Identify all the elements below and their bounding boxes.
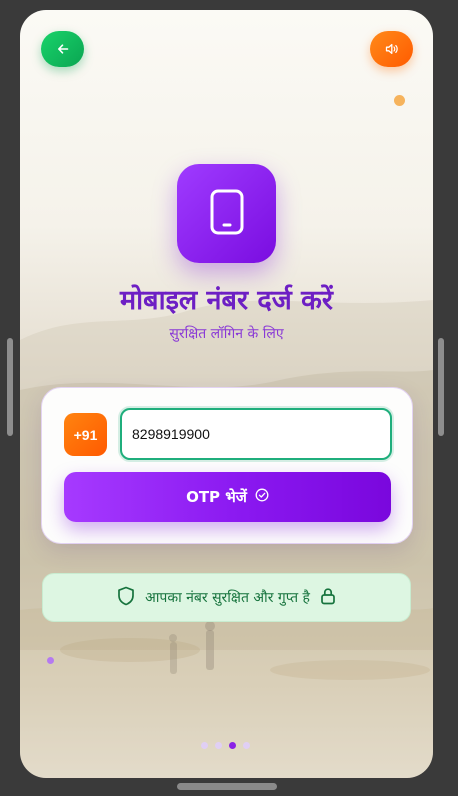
home-indicator: [177, 783, 277, 790]
page-dot: [243, 742, 250, 749]
sound-button[interactable]: [370, 31, 413, 67]
app-screen: मोबाइल नंबर दर्ज करें सुरक्षित लॉगिन के …: [20, 10, 433, 778]
side-button-left: [7, 338, 13, 436]
page-dot-active: [229, 742, 236, 749]
decor-dot-purple: [47, 657, 54, 664]
page-title: मोबाइल नंबर दर्ज करें: [120, 285, 333, 316]
security-note-text: आपका नंबर सुरक्षित और गुप्त है: [145, 590, 310, 606]
page-subtitle: सुरक्षित लॉगिन के लिए: [169, 326, 284, 342]
security-note: आपका नंबर सुरक्षित और गुप्त है: [42, 573, 411, 622]
login-card: +91 OTP भेजें: [41, 387, 413, 544]
phone-frame: मोबाइल नंबर दर्ज करें सुरक्षित लॉगिन के …: [0, 0, 458, 796]
arrow-left-icon: [57, 40, 69, 59]
side-button-right: [438, 338, 444, 436]
send-otp-label: OTP भेजें: [186, 488, 247, 506]
check-circle-icon: [255, 488, 269, 506]
lock-icon: [320, 587, 336, 609]
page-dot: [201, 742, 208, 749]
decor-dot-orange: [394, 95, 405, 106]
send-otp-button[interactable]: OTP भेजें: [64, 472, 391, 522]
speaker-icon: [385, 40, 399, 59]
smartphone-icon: [210, 189, 244, 239]
hero-icon-tile: [177, 164, 276, 263]
phone-number-input[interactable]: [120, 408, 392, 460]
page-indicator: [201, 742, 250, 749]
page-dot: [215, 742, 222, 749]
country-code-badge[interactable]: +91: [64, 413, 107, 456]
back-button[interactable]: [41, 31, 84, 67]
shield-icon: [117, 586, 135, 610]
